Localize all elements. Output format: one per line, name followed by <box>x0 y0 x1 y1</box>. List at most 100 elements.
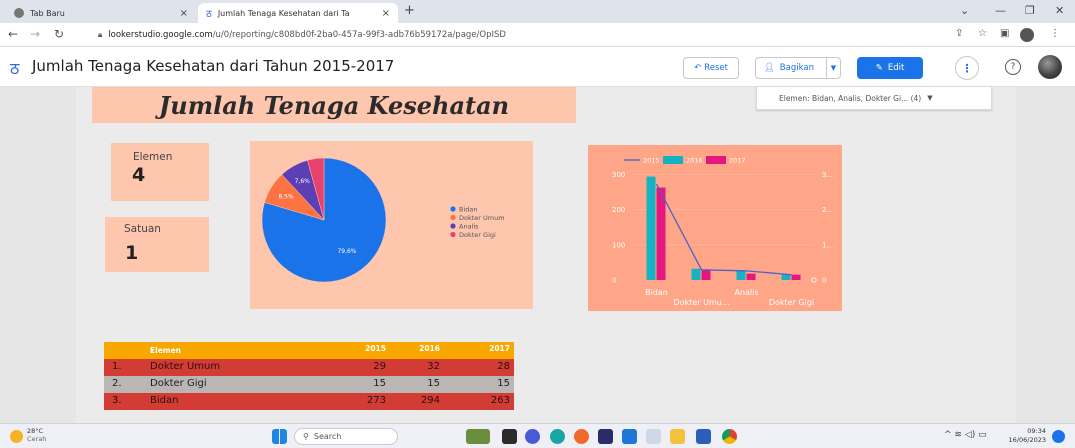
legend-label[interactable]: 2017 <box>729 157 746 165</box>
forward-icon[interactable]: → <box>30 27 40 41</box>
chevron-down-icon[interactable]: ▼ <box>826 58 840 78</box>
canvas-gutter-left <box>0 87 76 423</box>
store-icon[interactable] <box>622 429 637 444</box>
y-tick-label: 300 <box>612 171 625 179</box>
notification-icon[interactable] <box>1052 430 1065 443</box>
looker-studio-logo-icon[interactable]: ठ <box>10 57 19 79</box>
menu-dots-icon[interactable]: ⋮ <box>1050 28 1060 39</box>
line-2015[interactable] <box>655 183 792 276</box>
pie-data-label: 7,6% <box>295 178 311 185</box>
restore-icon[interactable]: ❐ <box>1025 4 1035 17</box>
column-header-2016[interactable]: 2016 <box>419 344 440 353</box>
edge-icon[interactable] <box>550 429 565 444</box>
weather-sun-icon[interactable] <box>10 430 23 443</box>
legend-label[interactable]: Dokter Gigi <box>459 231 496 239</box>
legend-swatch <box>706 156 726 164</box>
amazon-icon[interactable] <box>646 429 661 444</box>
taskview-icon[interactable] <box>502 429 517 444</box>
table-row[interactable]: 2. Dokter Gigi 15 15 15 <box>104 376 514 393</box>
report-header: ठ Jumlah Tenaga Kesehatan dari Tahun 201… <box>0 47 1075 87</box>
x-tick-label: Analis <box>734 288 758 297</box>
x-tick-label: Bidan <box>645 288 668 297</box>
bar-2017-0[interactable] <box>656 187 666 280</box>
row-name: Dokter Umum <box>150 361 221 372</box>
reset-label: Reset <box>704 63 728 73</box>
reload-icon[interactable]: ↻ <box>54 27 64 41</box>
row-2015: 15 <box>373 378 386 389</box>
row-2017: 15 <box>497 378 510 389</box>
filter-label: Elemen: Bidan, Analis, Dokter Gi... (4) <box>779 93 922 103</box>
kpi-value: 4 <box>132 164 146 186</box>
clock[interactable]: 09:34 16/06/2023 <box>1004 427 1046 445</box>
report-title[interactable]: Jumlah Tenaga Kesehatan dari Tahun 2015-… <box>32 57 394 75</box>
pencil-icon: ✎ <box>875 63 883 73</box>
add-person-icon: 👤︎ <box>764 63 775 73</box>
share-button[interactable]: 👤︎ Bagikan ▼ <box>755 57 841 79</box>
bar-2016-1[interactable] <box>691 268 701 280</box>
tab-search-icon[interactable]: ⌄ <box>960 4 969 17</box>
bar-2017-1[interactable] <box>701 270 711 280</box>
tab-new[interactable]: Tab Baru × <box>6 3 196 23</box>
edit-button[interactable]: ✎ Edit <box>857 57 923 79</box>
sort-down-icon: ▾ <box>150 346 154 355</box>
right-y-tick-label: 3... <box>822 171 833 179</box>
star-icon[interactable]: ☆ <box>978 28 987 39</box>
bar-2016-0[interactable] <box>646 176 656 280</box>
weather-desc: Cerah <box>27 435 47 443</box>
column-header-2015[interactable]: 2015 <box>365 344 386 353</box>
globe-icon <box>14 8 24 18</box>
y-tick-label: 0 <box>612 277 616 285</box>
system-tray-icons[interactable]: ^ ≋ ◁) ▭ <box>944 430 987 440</box>
row-number: 3. <box>112 395 122 406</box>
bar-2016-2[interactable] <box>736 270 746 280</box>
legend-label[interactable]: Dokter Umum <box>459 214 505 222</box>
url-field[interactable]: 🔒︎ lookerstudio.google.com /u/0/reportin… <box>98 26 938 44</box>
bar-2016-3[interactable] <box>781 274 791 280</box>
more-options-button[interactable]: ⋮ <box>955 56 979 80</box>
hero-title: Jumlah Tenaga Kesehatan <box>158 90 510 120</box>
column-header-2017[interactable]: 2017 <box>489 344 510 353</box>
bar-2017-2[interactable] <box>746 273 756 280</box>
profile-icon[interactable] <box>1020 28 1034 42</box>
y-tick-label: 100 <box>612 241 625 249</box>
row-name: Dokter Gigi <box>150 378 207 389</box>
weather-widget[interactable]: 28°C Cerah <box>27 427 46 443</box>
row-2017: 28 <box>497 361 510 372</box>
legend-label[interactable]: Bidan <box>459 205 478 213</box>
browser-tab-strip: Tab Baru × ठ Jumlah Tenaga Kesehatan dar… <box>0 0 1075 23</box>
bar-chart-panel: 0 0 100 1... 200 2... 300 3... Bidan Dokter Umu..… <box>588 145 842 311</box>
firefox-icon[interactable] <box>574 429 589 444</box>
bar-chart: 0 0 100 1... 200 2... 300 3... Bidan Dokter Umu..… <box>612 156 833 307</box>
legend-label[interactable]: 2015 <box>643 157 660 165</box>
right-y-tick-label: 2... <box>822 206 833 214</box>
reset-button[interactable]: ↶ Reset <box>683 57 739 79</box>
back-icon[interactable]: ← <box>8 27 18 41</box>
avatar[interactable] <box>1038 55 1062 79</box>
word-icon[interactable] <box>696 429 711 444</box>
tab-report[interactable]: ठ Jumlah Tenaga Kesehatan dari Ta × <box>198 3 398 23</box>
close-icon[interactable]: × <box>382 8 390 19</box>
window-close-icon[interactable]: ✕ <box>1055 4 1064 17</box>
taskbar-search[interactable]: ⚲ Search <box>294 428 398 445</box>
sidebar-icon[interactable]: ▣ <box>1000 28 1009 39</box>
widgets-icon[interactable] <box>466 429 490 444</box>
legend-label[interactable]: Analis <box>459 222 479 230</box>
table-row[interactable]: 1. Dokter Umum 29 32 28 <box>104 359 514 376</box>
bar-2017-3[interactable] <box>791 274 801 280</box>
minimize-icon[interactable]: — <box>995 4 1006 17</box>
chat-icon[interactable] <box>525 429 540 444</box>
share-page-icon[interactable]: ⇪ <box>955 28 963 39</box>
help-icon[interactable]: ? <box>1005 59 1021 75</box>
legend-label[interactable]: 2016 <box>686 157 703 165</box>
app-icon[interactable] <box>598 429 613 444</box>
windows-start-icon[interactable] <box>272 429 287 444</box>
kpi-label: Elemen <box>133 151 173 163</box>
new-tab-button[interactable]: + <box>404 3 415 18</box>
row-2016: 294 <box>420 395 440 406</box>
kpi-value: 1 <box>125 242 139 264</box>
element-filter-dropdown[interactable]: Elemen: Bidan, Analis, Dokter Gi... (4) … <box>756 86 992 110</box>
file-explorer-icon[interactable] <box>670 429 685 444</box>
close-icon[interactable]: × <box>180 8 188 19</box>
table-row[interactable]: 3. Bidan 273 294 263 <box>104 393 514 410</box>
chrome-icon[interactable] <box>722 429 737 444</box>
